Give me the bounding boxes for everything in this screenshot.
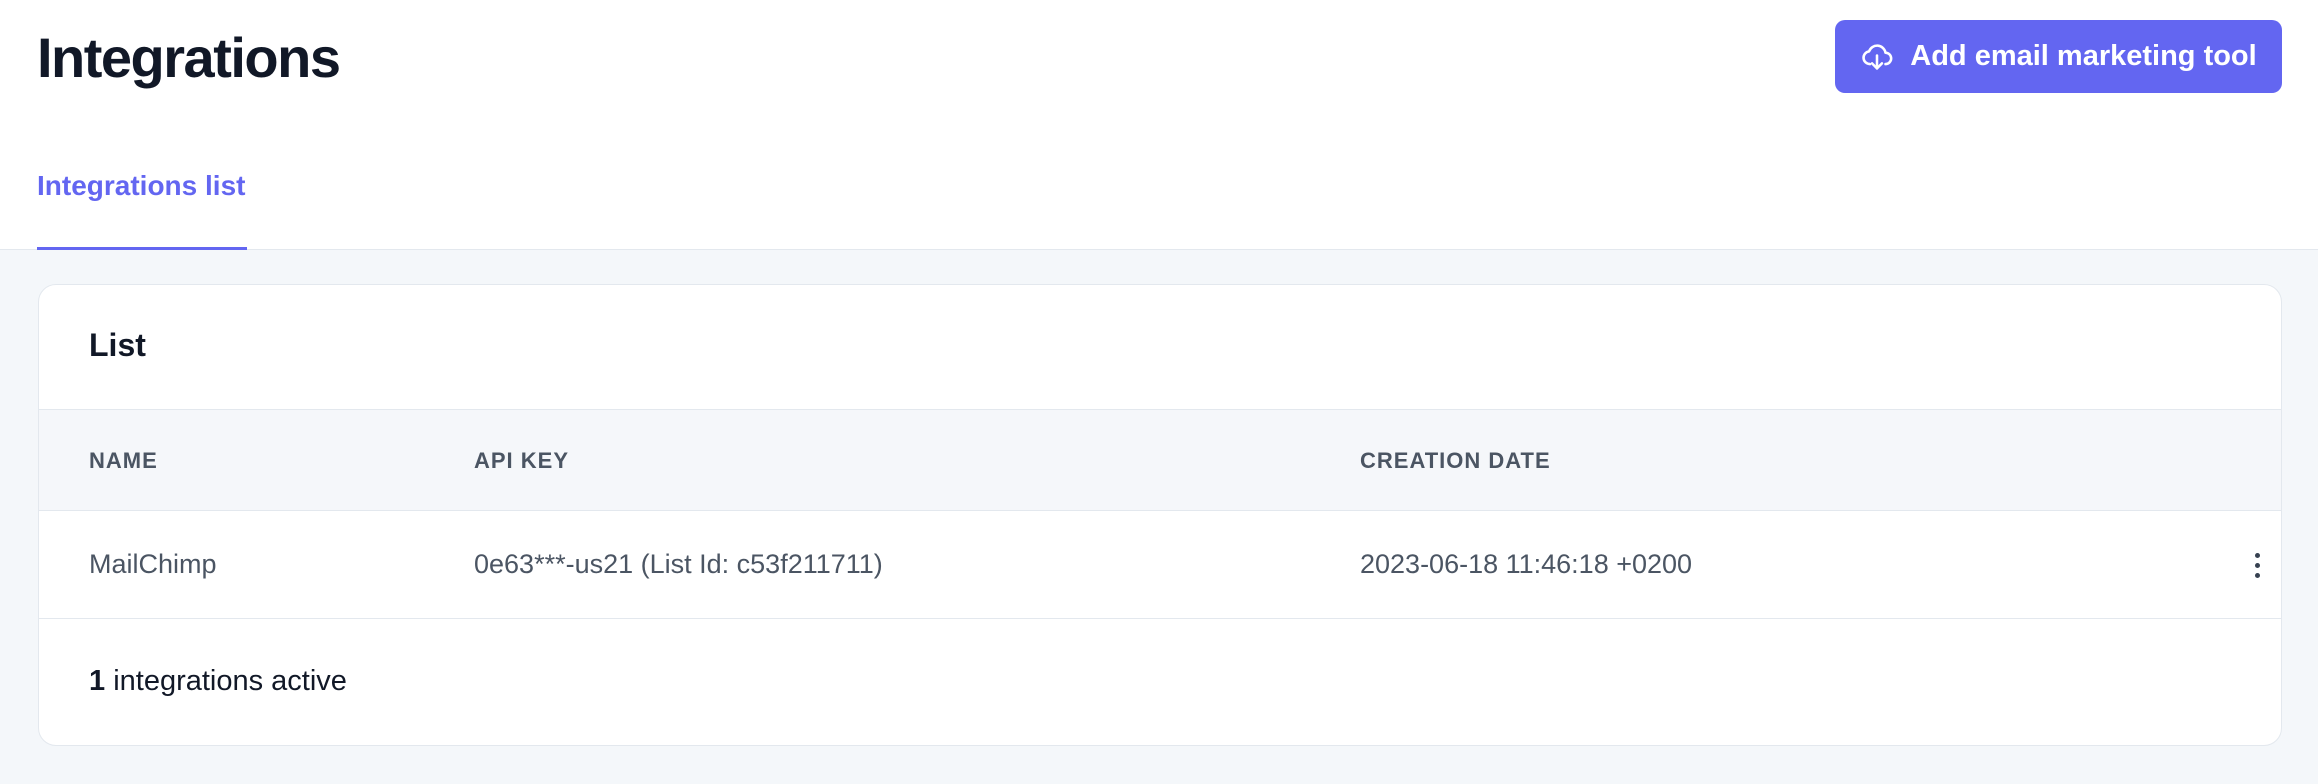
- active-count-label: integrations active: [105, 665, 347, 697]
- cloud-download-icon: [1862, 43, 1893, 70]
- card-title: List: [89, 327, 146, 363]
- column-header-creation-date: CREATION DATE: [1360, 448, 1551, 473]
- add-email-marketing-tool-button[interactable]: Add email marketing tool: [1835, 20, 2282, 93]
- table-header: NAME API KEY CREATION DATE: [39, 409, 2281, 511]
- tab-integrations-list[interactable]: Integrations list: [37, 170, 248, 250]
- cell-api-key: 0e63***-us21 (List Id: c53f211711): [474, 549, 883, 579]
- page-header: Integrations Add email marketing tool In…: [0, 0, 2318, 250]
- column-header-name: NAME: [89, 448, 158, 473]
- more-vertical-icon[interactable]: [2239, 541, 2275, 589]
- cell-creation-date: 2023-06-18 11:46:18 +0200: [1360, 549, 1693, 579]
- integrations-count: 1 integrations active: [89, 665, 347, 698]
- column-header-api-key: API KEY: [474, 448, 570, 473]
- page-title: Integrations: [37, 26, 341, 89]
- integrations-card: List NAME API KEY CREATION DATE MailChim…: [38, 284, 2282, 746]
- active-count: 1: [89, 665, 106, 697]
- cell-name: MailChimp: [89, 549, 217, 579]
- add-button-label: Add email marketing tool: [1910, 40, 2257, 72]
- table-row: MailChimp 0e63***-us21 (List Id: c53f211…: [39, 511, 2281, 619]
